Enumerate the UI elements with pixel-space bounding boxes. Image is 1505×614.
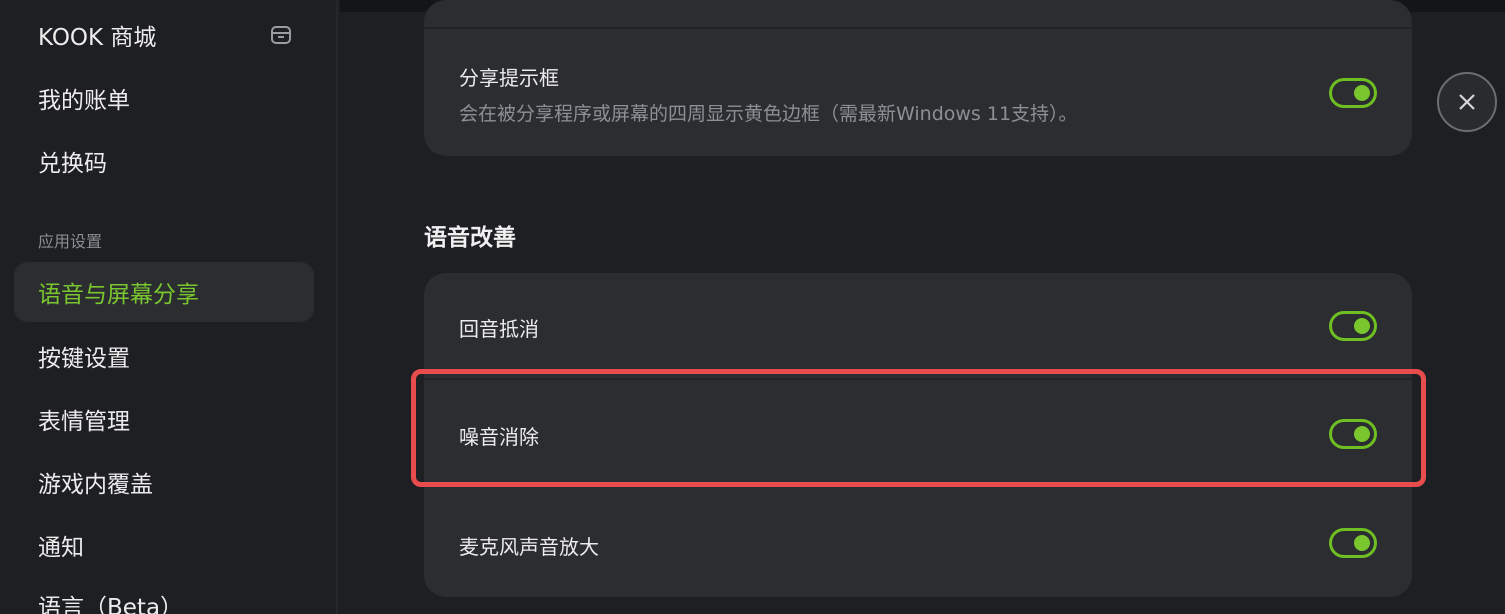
share-prompt-title: 分享提示框 [459,66,559,90]
share-prompt-toggle[interactable] [1329,78,1377,108]
sidebar-item-label: 语音与屏幕分享 [38,282,199,308]
app-window: KOOK 商城 我的账单 兑换码 应用设置 语音与屏幕分享 按键设置 表情管理 … [0,0,1505,614]
voice-improve-section-title: 语音改善 [424,225,516,251]
sidebar-item-label: 通知 [38,535,84,561]
sidebar-item-voice-screen-share[interactable]: 语音与屏幕分享 [14,262,314,322]
sidebar-item-notifications[interactable]: 通知 [14,515,314,575]
close-icon [1459,94,1475,110]
close-button[interactable] [1437,72,1497,132]
setting-row-mic-boost: 麦克风声音放大 [424,488,1412,597]
echo-cancel-label: 回音抵消 [459,317,539,341]
sidebar-item-emoji[interactable]: 表情管理 [14,389,314,449]
sidebar-item-label: 兑换码 [38,151,107,177]
sidebar-item-label: 我的账单 [38,88,130,114]
sidebar-item-label: 语言（Beta） [38,595,184,614]
shop-icon [271,26,291,44]
sidebar-item-game-overlay[interactable]: 游戏内覆盖 [14,452,314,512]
share-prompt-description: 会在被分享程序或屏幕的四周显示黄色边框（需最新Windows 11支持）。 [459,103,1078,125]
divider [424,27,1412,29]
sidebar-item-label: 表情管理 [38,409,130,435]
sidebar: KOOK 商城 我的账单 兑换码 应用设置 语音与屏幕分享 按键设置 表情管理 … [0,0,338,614]
setting-row-echo-cancel: 回音抵消 [424,273,1412,377]
mic-boost-toggle[interactable] [1329,528,1377,558]
main-content: 分享提示框 会在被分享程序或屏幕的四周显示黄色边框（需最新Windows 11支… [340,0,1505,614]
echo-cancel-toggle[interactable] [1329,311,1377,341]
sidebar-section-label: 应用设置 [38,232,103,251]
sidebar-item-label: KOOK 商城 [38,25,157,51]
sidebar-item-label: 按键设置 [38,346,130,372]
sidebar-item-redeem-code[interactable]: 兑换码 [14,131,314,191]
sidebar-item-label: 游戏内覆盖 [38,472,153,498]
mic-boost-label: 麦克风声音放大 [459,535,599,559]
sidebar-item-kook-shop[interactable]: KOOK 商城 [14,5,314,65]
sidebar-item-keybinds[interactable]: 按键设置 [14,326,314,386]
share-prompt-card: 分享提示框 会在被分享程序或屏幕的四周显示黄色边框（需最新Windows 11支… [424,0,1412,156]
sidebar-item-my-bills[interactable]: 我的账单 [14,68,314,128]
sidebar-item-language[interactable]: 语言（Beta） [14,575,314,614]
highlight-box [411,369,1426,487]
